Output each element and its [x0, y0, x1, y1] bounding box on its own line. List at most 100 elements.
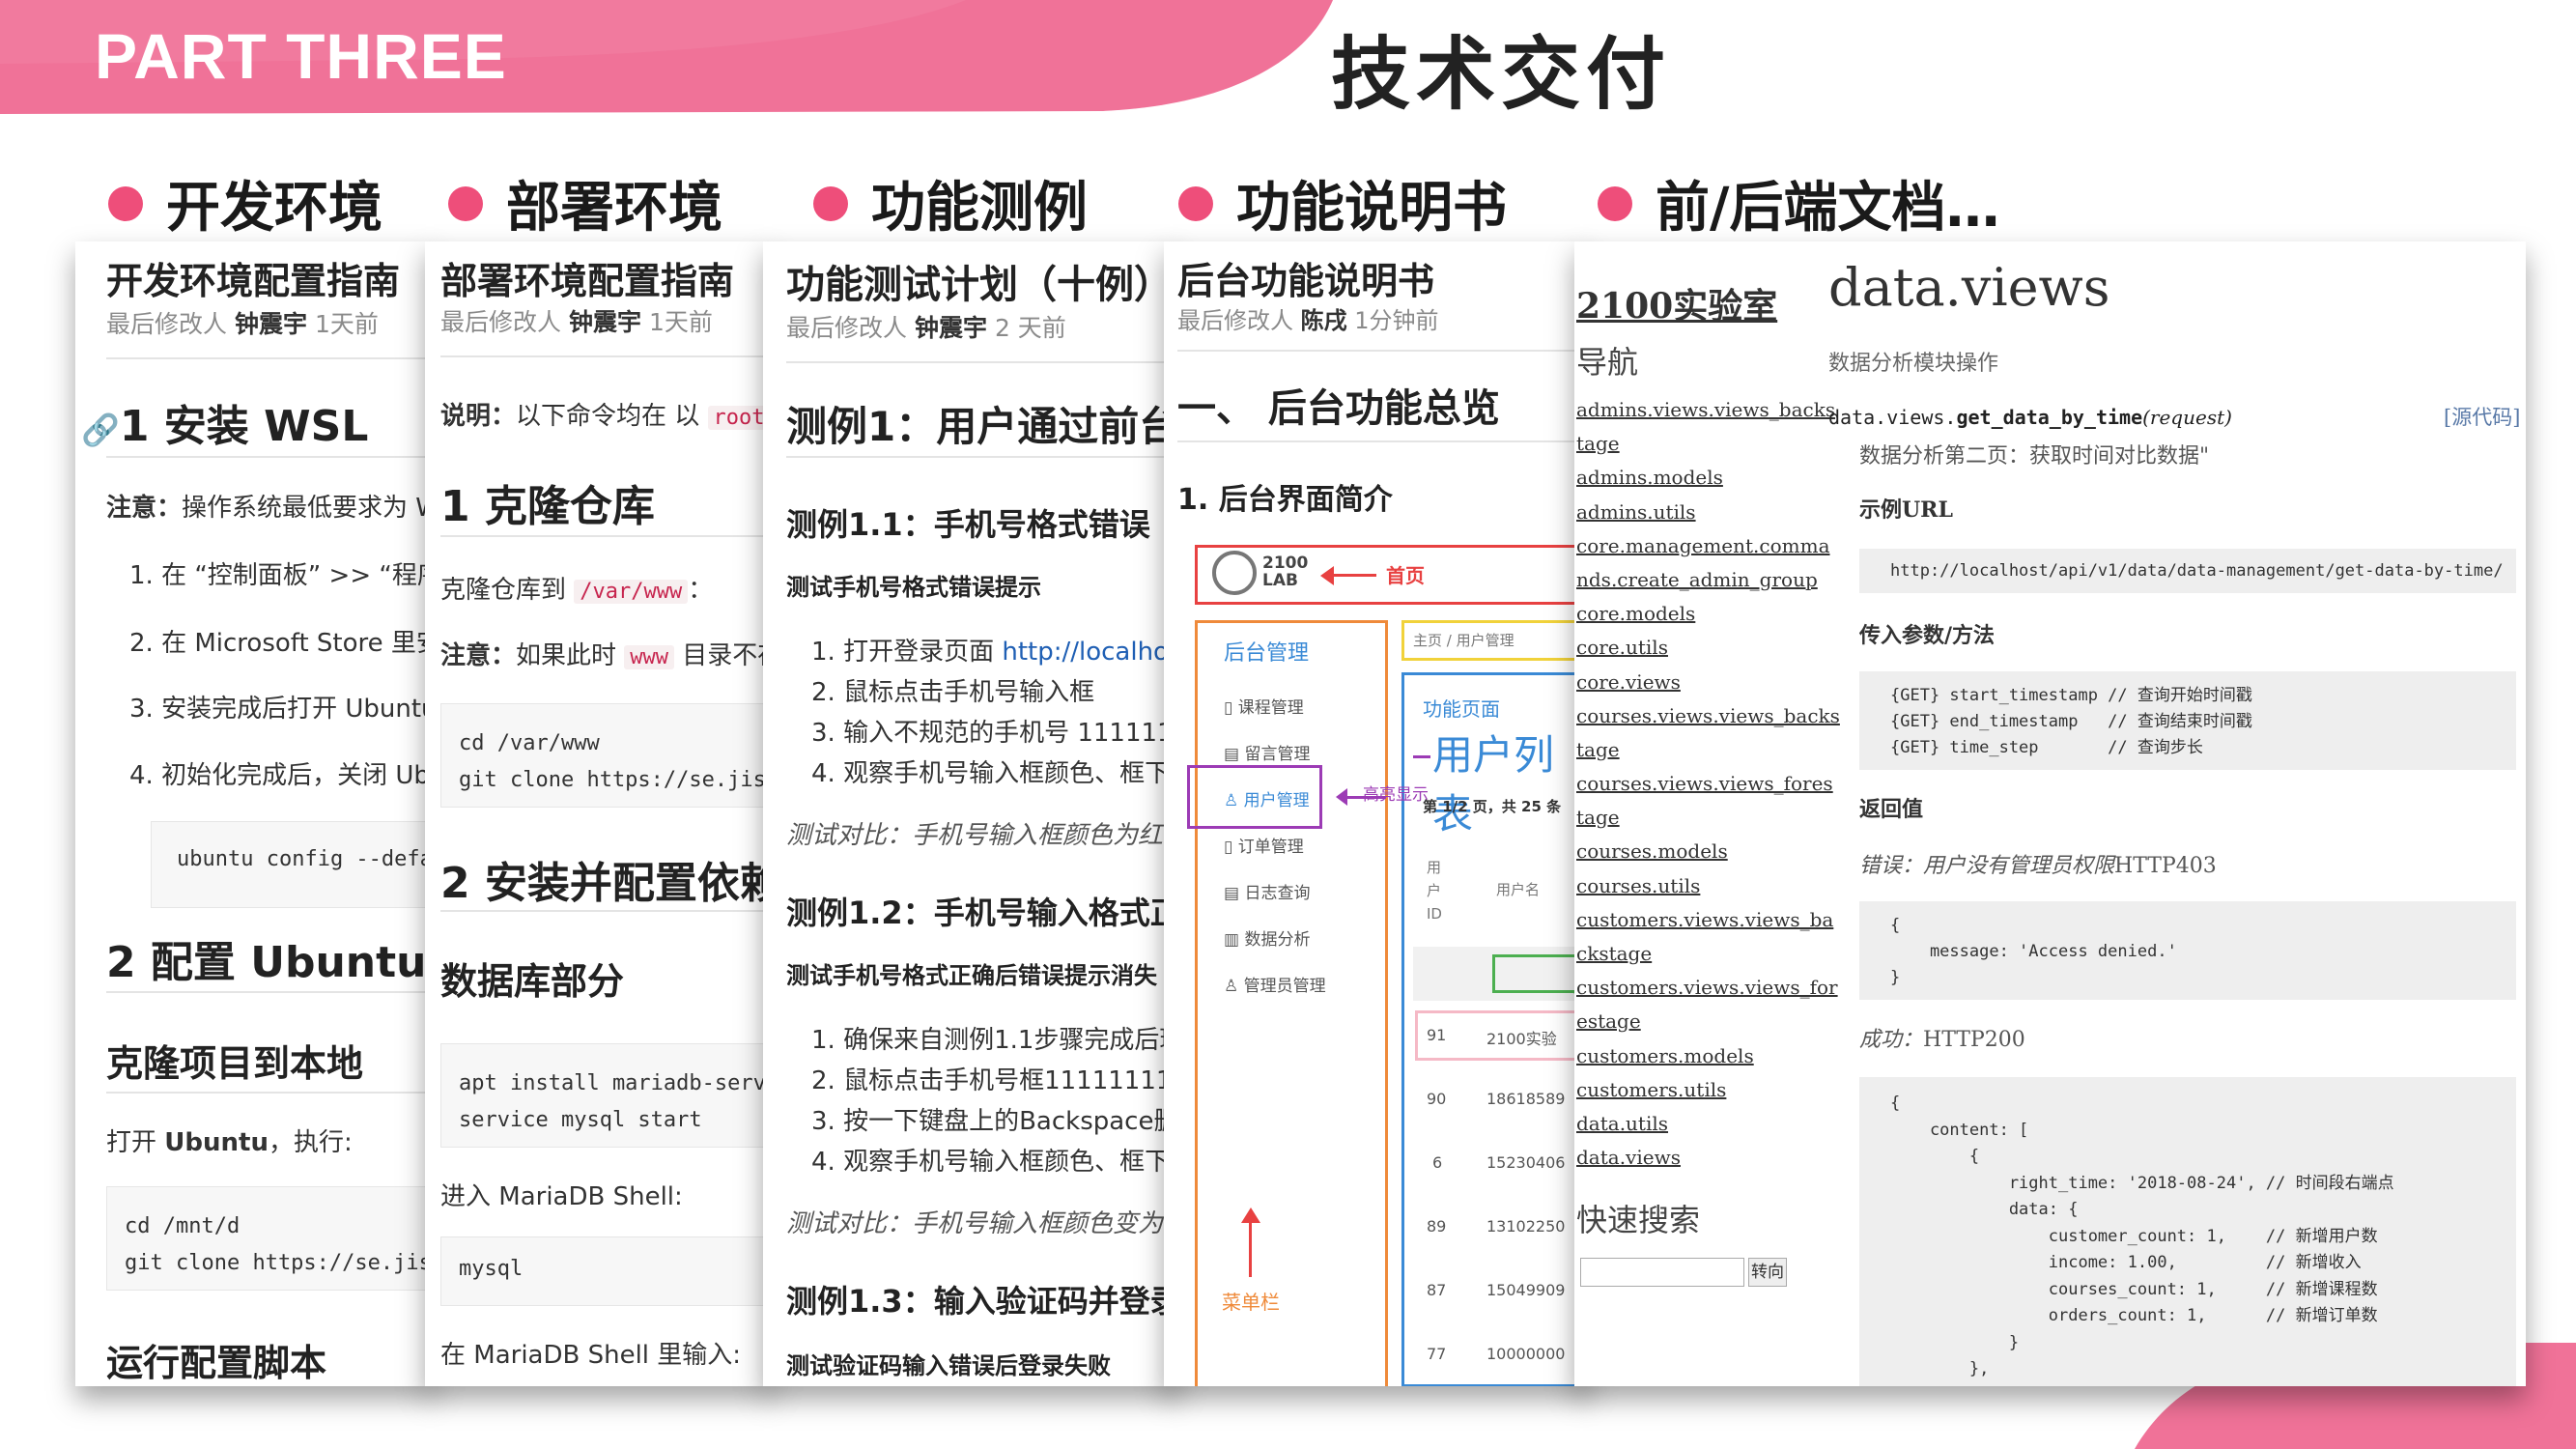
search-heading: 快速搜索	[1576, 1202, 1701, 1238]
nav-link[interactable]: nds.create_admin_group	[1576, 568, 1818, 602]
paragraph: 克隆仓库到 /var/www：	[440, 576, 714, 605]
nav-link[interactable]: core.management.comma	[1576, 534, 1830, 568]
menu-item[interactable]: ▤ 日志查询	[1224, 879, 1310, 903]
test-compare: 测试对比：手机号输入框颜色为红	[786, 821, 1164, 850]
nav-link[interactable]: tage	[1576, 738, 1789, 772]
case-subtitle: 测试手机号格式错误提示	[786, 574, 1041, 601]
nav-link[interactable]: tage	[1576, 806, 1789, 839]
param-line: {GET} time_step // 查询步长	[1890, 738, 2203, 757]
nav-link[interactable]: core.views	[1576, 670, 1789, 704]
code-block: ubuntu config --defa	[151, 821, 435, 908]
nav-link[interactable]: courses.models	[1576, 839, 1789, 873]
nav-link[interactable]: customers.views.views_ba	[1576, 908, 1833, 942]
list-item: 2. 在 Microsoft Store 里安装	[129, 629, 435, 658]
code-block: apt install mariadb-serv service mysql s…	[440, 1043, 773, 1148]
card-dev-env: 开发环境配置指南 最后修改人 钟震宇 1天前 🔗1 安装 WSL 注意：操作系统…	[75, 242, 435, 1386]
card-deploy-env: 部署环境配置指南 最后修改人 钟震宇 1天前 说明：以下命令均在 以 root …	[425, 242, 773, 1386]
divider	[786, 456, 1173, 458]
arrow-line	[1328, 574, 1376, 577]
sidebar-box	[1195, 620, 1388, 1386]
arrow-line	[1413, 755, 1430, 758]
card-title: 部署环境配置指南	[440, 260, 735, 302]
bullet-icon	[1598, 185, 1632, 221]
section-heading: 2 安装并配置依赖	[440, 859, 773, 908]
page-title: 技术交付	[1331, 29, 1672, 121]
description: 说明：以下命令均在 以 root	[440, 396, 771, 432]
error-line: 错误：用户没有管理员权限HTTP403	[1859, 854, 2217, 878]
site-title[interactable]: 2100实验室	[1576, 278, 1777, 328]
nav-link[interactable]: core.models	[1576, 602, 1789, 636]
arrow-left-icon	[1320, 566, 1334, 585]
content-label: 功能页面	[1423, 697, 1500, 721]
note: 注意：操作系统最低要求为 W	[106, 494, 435, 523]
test-link[interactable]: http://localhost/	[1002, 638, 1178, 667]
card-title: 后台功能说明书	[1177, 260, 1435, 302]
menu-item[interactable]: ▤ 留言管理	[1224, 740, 1310, 764]
bullet-icon	[448, 185, 483, 221]
nav-link[interactable]: tage	[1576, 432, 1789, 466]
field-label: 示例URL	[1859, 497, 1953, 523]
list-item: 1. 在 “控制面板” >> “程序和	[129, 561, 435, 590]
search-input[interactable]	[1580, 1258, 1744, 1287]
list-title: 用户列表	[1432, 731, 1555, 838]
divider	[440, 535, 769, 537]
nav-link[interactable]: customers.views.views_for	[1576, 976, 1838, 1009]
subsection-heading: 数据库部分	[440, 960, 625, 1003]
menu-item[interactable]: ♙ 管理员管理	[1224, 972, 1326, 996]
divider	[106, 1092, 435, 1094]
section-heading: 一、 后台功能总览	[1177, 386, 1500, 431]
category-test-cases: 功能测例	[813, 164, 1088, 242]
nav-heading: 导航	[1576, 344, 1639, 381]
divider	[440, 355, 769, 357]
nav-link[interactable]: estage	[1576, 1009, 1789, 1043]
pager: 第 1/2 页，共 25 条	[1423, 798, 1562, 815]
source-link[interactable]: [源代码]	[2444, 402, 2520, 431]
nav-link[interactable]: courses.views.views_backs	[1576, 704, 1840, 738]
table-cell: 13102250	[1486, 1217, 1566, 1236]
card-meta: 最后修改人 钟震宇 1天前	[106, 310, 379, 338]
list-item: 4. 初始化完成后，关闭 Ubu	[129, 761, 435, 790]
column-header: 用户ID	[1427, 859, 1442, 923]
subsection-heading: 测例1.1：手机号格式错误	[786, 506, 1150, 543]
module-description: 数据分析模块操作	[1828, 352, 1999, 376]
table-cell: 90	[1427, 1090, 1447, 1108]
section-heading: 🔗1 安装 WSL	[81, 402, 369, 451]
card-test-plan: 功能测试计划（十例） 最后修改人 钟震宇 2 天前 测例1：用户通过前台 测例1…	[763, 242, 1178, 1386]
nav-list: admins.views.views_backs tage admins.mod…	[1576, 398, 1840, 1179]
menu-item[interactable]: ▯ 课程管理	[1224, 694, 1304, 718]
note: 注意：如果此时 www 目录不存	[440, 641, 773, 670]
nav-link[interactable]: ckstage	[1576, 942, 1789, 976]
menu-item[interactable]: ▥ 数据分析	[1224, 925, 1310, 950]
nav-link[interactable]: admins.utils	[1576, 500, 1789, 534]
list-item: 1. 打开登录页面 http://localhost/	[811, 632, 1178, 668]
card-function-spec: 后台功能说明书 最后修改人 陈戌 1分钟前 一、 后台功能总览 1. 后台界面简…	[1164, 242, 1589, 1386]
nav-link[interactable]: data.views	[1576, 1146, 1789, 1179]
search-button[interactable]: 转向	[1748, 1258, 1787, 1287]
paragraph: 在 MariaDB Shell 里输入:	[440, 1341, 742, 1370]
divider	[106, 357, 435, 359]
nav-link[interactable]: admins.models	[1576, 466, 1789, 499]
nav-link[interactable]: data.utils	[1576, 1112, 1789, 1146]
category-docs: 前/后端文档…	[1598, 164, 1999, 242]
code-block: cd /mnt/d git clone https://se.jis	[106, 1186, 435, 1291]
paragraph: 进入 MariaDB Shell:	[440, 1182, 683, 1211]
nav-link[interactable]: customers.utils	[1576, 1078, 1789, 1112]
menu-bar-annotation: 菜单栏	[1222, 1291, 1280, 1314]
nav-link[interactable]: core.utils	[1576, 636, 1789, 669]
subsection-heading: 运行配置脚本	[106, 1342, 327, 1384]
nav-link[interactable]: customers.models	[1576, 1044, 1789, 1078]
menu-item[interactable]: ▯ 订单管理	[1224, 833, 1304, 857]
nav-link[interactable]: courses.utils	[1576, 874, 1789, 908]
field-label: 返回值	[1859, 797, 1924, 822]
sidebar-title: 后台管理	[1224, 641, 1310, 666]
nav-link[interactable]: admins.views.views_backs	[1576, 398, 1835, 432]
bullet-icon	[813, 185, 848, 221]
menu-item-active[interactable]: ♙ 用户管理	[1224, 786, 1310, 810]
table-cell: 10000000	[1486, 1345, 1566, 1363]
table-cell: 91	[1427, 1026, 1447, 1044]
nav-link[interactable]: courses.views.views_fores	[1576, 772, 1833, 806]
list-item: 1. 确保来自测例1.1步骤完成后环	[811, 1026, 1178, 1055]
subsection-heading: 测例1.3：输入验证码并登录	[786, 1283, 1178, 1320]
bullet-icon	[108, 185, 143, 221]
category-dev-env: 开发环境	[108, 164, 382, 242]
